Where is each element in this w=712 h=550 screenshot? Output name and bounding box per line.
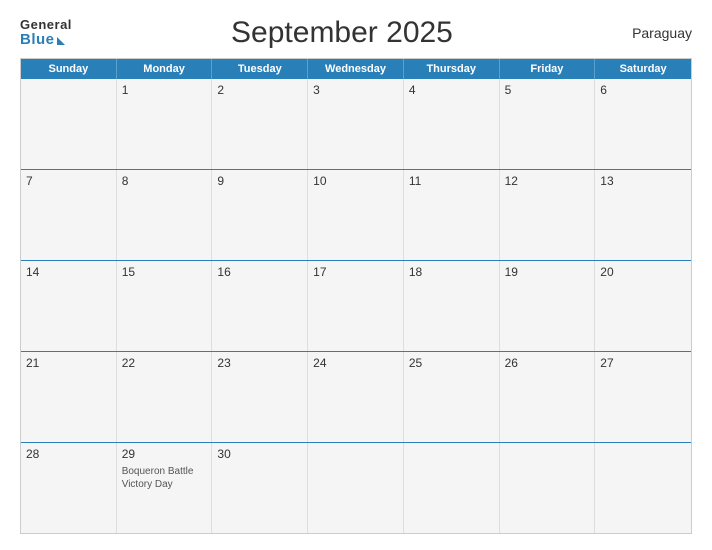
calendar-cell: 20 — [595, 261, 691, 351]
calendar-week: 789 10 11 12 13 — [21, 170, 691, 261]
calendar-cell: 18 — [404, 261, 500, 351]
weekday-header-cell: Tuesday — [212, 59, 308, 79]
calendar-cell: 23 — [212, 352, 308, 442]
day-number: 26 — [505, 356, 590, 370]
day-number: 16 — [217, 265, 302, 279]
calendar-cell: 8 — [117, 170, 213, 260]
day-number: 9 — [217, 174, 302, 188]
calendar-cell — [404, 443, 500, 533]
calendar-week: 28 29 Boqueron Battle Victory Day 30 — [21, 443, 691, 533]
calendar-cell: 9 — [212, 170, 308, 260]
calendar-cell: 5 — [500, 79, 596, 169]
calendar-cell: 25 — [404, 352, 500, 442]
calendar-cell: 12 — [500, 170, 596, 260]
calendar-cell: 26 — [500, 352, 596, 442]
day-number: 2 — [217, 83, 302, 97]
calendar-event: Boqueron Battle Victory Day — [122, 465, 207, 491]
weekday-header-cell: Thursday — [404, 59, 500, 79]
day-number: 11 — [409, 174, 494, 188]
calendar-cell: 17 — [308, 261, 404, 351]
day-number: 24 — [313, 356, 398, 370]
weekday-header-cell: Wednesday — [308, 59, 404, 79]
calendar-cell — [308, 443, 404, 533]
day-number: 29 — [122, 447, 207, 461]
logo: General Blue — [20, 18, 72, 49]
calendar-cell: 2 — [212, 79, 308, 169]
day-number: 21 — [26, 356, 111, 370]
calendar-cell: 29 Boqueron Battle Victory Day — [117, 443, 213, 533]
calendar-cell: 22 — [117, 352, 213, 442]
page: General Blue September 2025 Paraguay Sun… — [0, 0, 712, 550]
calendar-cell: 28 — [21, 443, 117, 533]
logo-triangle-icon — [57, 37, 65, 45]
calendar-cell: 24 — [308, 352, 404, 442]
day-number: 8 — [122, 174, 207, 188]
calendar-cell: 7 — [21, 170, 117, 260]
calendar-cell: 14 — [21, 261, 117, 351]
logo-blue-text: Blue — [20, 32, 65, 49]
weekday-header-row: SundayMondayTuesdayWednesdayThursdayFrid… — [21, 59, 691, 79]
day-number: 13 — [600, 174, 686, 188]
calendar-cell: 6 — [595, 79, 691, 169]
weekday-header-cell: Saturday — [595, 59, 691, 79]
calendar: SundayMondayTuesdayWednesdayThursdayFrid… — [20, 58, 692, 534]
calendar-cell: 16 — [212, 261, 308, 351]
day-number: 20 — [600, 265, 686, 279]
day-number: 25 — [409, 356, 494, 370]
calendar-cell: 3 — [308, 79, 404, 169]
day-number: 23 — [217, 356, 302, 370]
country-label: Paraguay — [612, 25, 692, 41]
day-number: 30 — [217, 447, 302, 461]
day-number: 5 — [505, 83, 590, 97]
calendar-week: 21 22 23 24 25 26 27 — [21, 352, 691, 443]
calendar-title: September 2025 — [72, 16, 612, 50]
day-number: 22 — [122, 356, 207, 370]
calendar-cell: 1 — [117, 79, 213, 169]
calendar-week: 14 15 16 17 18 19 20 — [21, 261, 691, 352]
day-number: 12 — [505, 174, 590, 188]
calendar-cell: 19 — [500, 261, 596, 351]
weekday-header-cell: Sunday — [21, 59, 117, 79]
day-number: 15 — [122, 265, 207, 279]
logo-general-text: General — [20, 18, 72, 32]
calendar-cell: 13 — [595, 170, 691, 260]
day-number: 3 — [313, 83, 398, 97]
calendar-cell: 15 — [117, 261, 213, 351]
day-number: 27 — [600, 356, 686, 370]
day-number: 18 — [409, 265, 494, 279]
weekday-header-cell: Friday — [500, 59, 596, 79]
header: General Blue September 2025 Paraguay — [20, 16, 692, 50]
calendar-cell: 21 — [21, 352, 117, 442]
calendar-cell — [500, 443, 596, 533]
calendar-week: 123456 — [21, 79, 691, 170]
day-number: 10 — [313, 174, 398, 188]
day-number: 6 — [600, 83, 686, 97]
weekday-header-cell: Monday — [117, 59, 213, 79]
calendar-cell: 30 — [212, 443, 308, 533]
day-number: 4 — [409, 83, 494, 97]
calendar-cell: 4 — [404, 79, 500, 169]
calendar-cell — [21, 79, 117, 169]
calendar-cell: 11 — [404, 170, 500, 260]
day-number: 7 — [26, 174, 111, 188]
day-number: 1 — [122, 83, 207, 97]
day-number: 19 — [505, 265, 590, 279]
calendar-cell: 10 — [308, 170, 404, 260]
calendar-cell — [595, 443, 691, 533]
day-number: 14 — [26, 265, 111, 279]
calendar-cell: 27 — [595, 352, 691, 442]
day-number: 28 — [26, 447, 111, 461]
calendar-body: 1234567891011121314151617181920212223242… — [21, 79, 691, 533]
day-number: 17 — [313, 265, 398, 279]
